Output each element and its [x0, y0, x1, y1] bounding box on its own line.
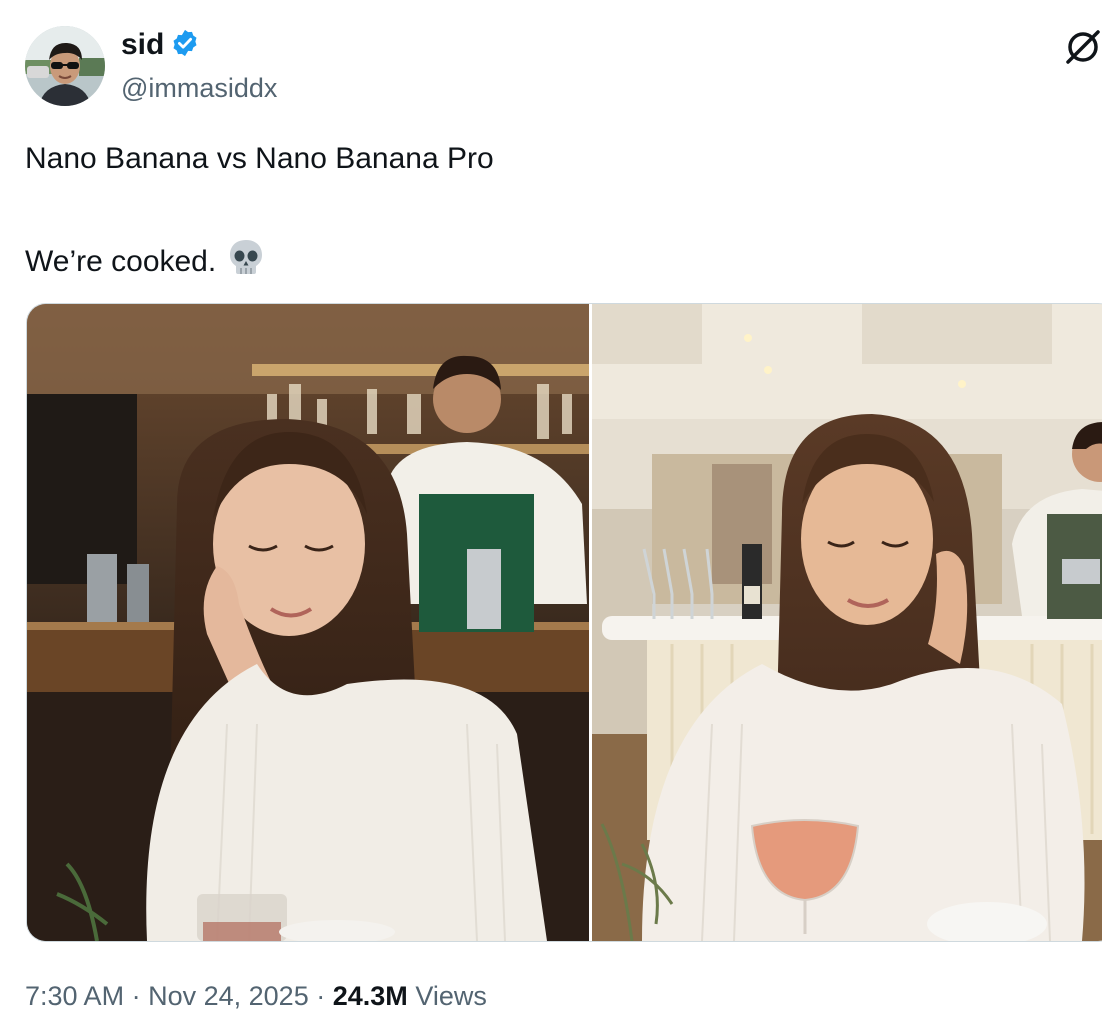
- skull-icon: [226, 237, 266, 286]
- tweet-meta: 7:30 AM · Nov 24, 2025 · 24.3M Views: [25, 978, 487, 1014]
- media-image-nano-banana-pro[interactable]: [592, 304, 1102, 941]
- tweet-text: Nano Banana vs Nano Banana Pro: [25, 142, 494, 175]
- tweet-date[interactable]: Nov 24, 2025: [148, 981, 309, 1011]
- grok-icon[interactable]: [1064, 28, 1102, 66]
- meta-separator: ·: [131, 981, 141, 1011]
- media-image-nano-banana[interactable]: [27, 304, 589, 941]
- meta-separator: ·: [316, 981, 326, 1011]
- tweet-text: We’re cooked.: [25, 244, 217, 278]
- tweet-text-line-2: We’re cooked.: [25, 237, 266, 286]
- views-label: Views: [415, 981, 487, 1011]
- avatar[interactable]: [25, 26, 105, 106]
- tweet-time[interactable]: 7:30 AM: [25, 981, 124, 1011]
- author-name[interactable]: sid: [121, 27, 200, 63]
- media-grid: [26, 303, 1102, 942]
- verified-badge-icon: [170, 28, 200, 63]
- display-name[interactable]: sid: [121, 27, 164, 63]
- avatar-image: [25, 26, 105, 106]
- author-handle[interactable]: @immasiddx: [121, 72, 277, 104]
- tweet-text-line-1: Nano Banana vs Nano Banana Pro: [25, 141, 494, 177]
- views-count: 24.3M: [332, 981, 408, 1011]
